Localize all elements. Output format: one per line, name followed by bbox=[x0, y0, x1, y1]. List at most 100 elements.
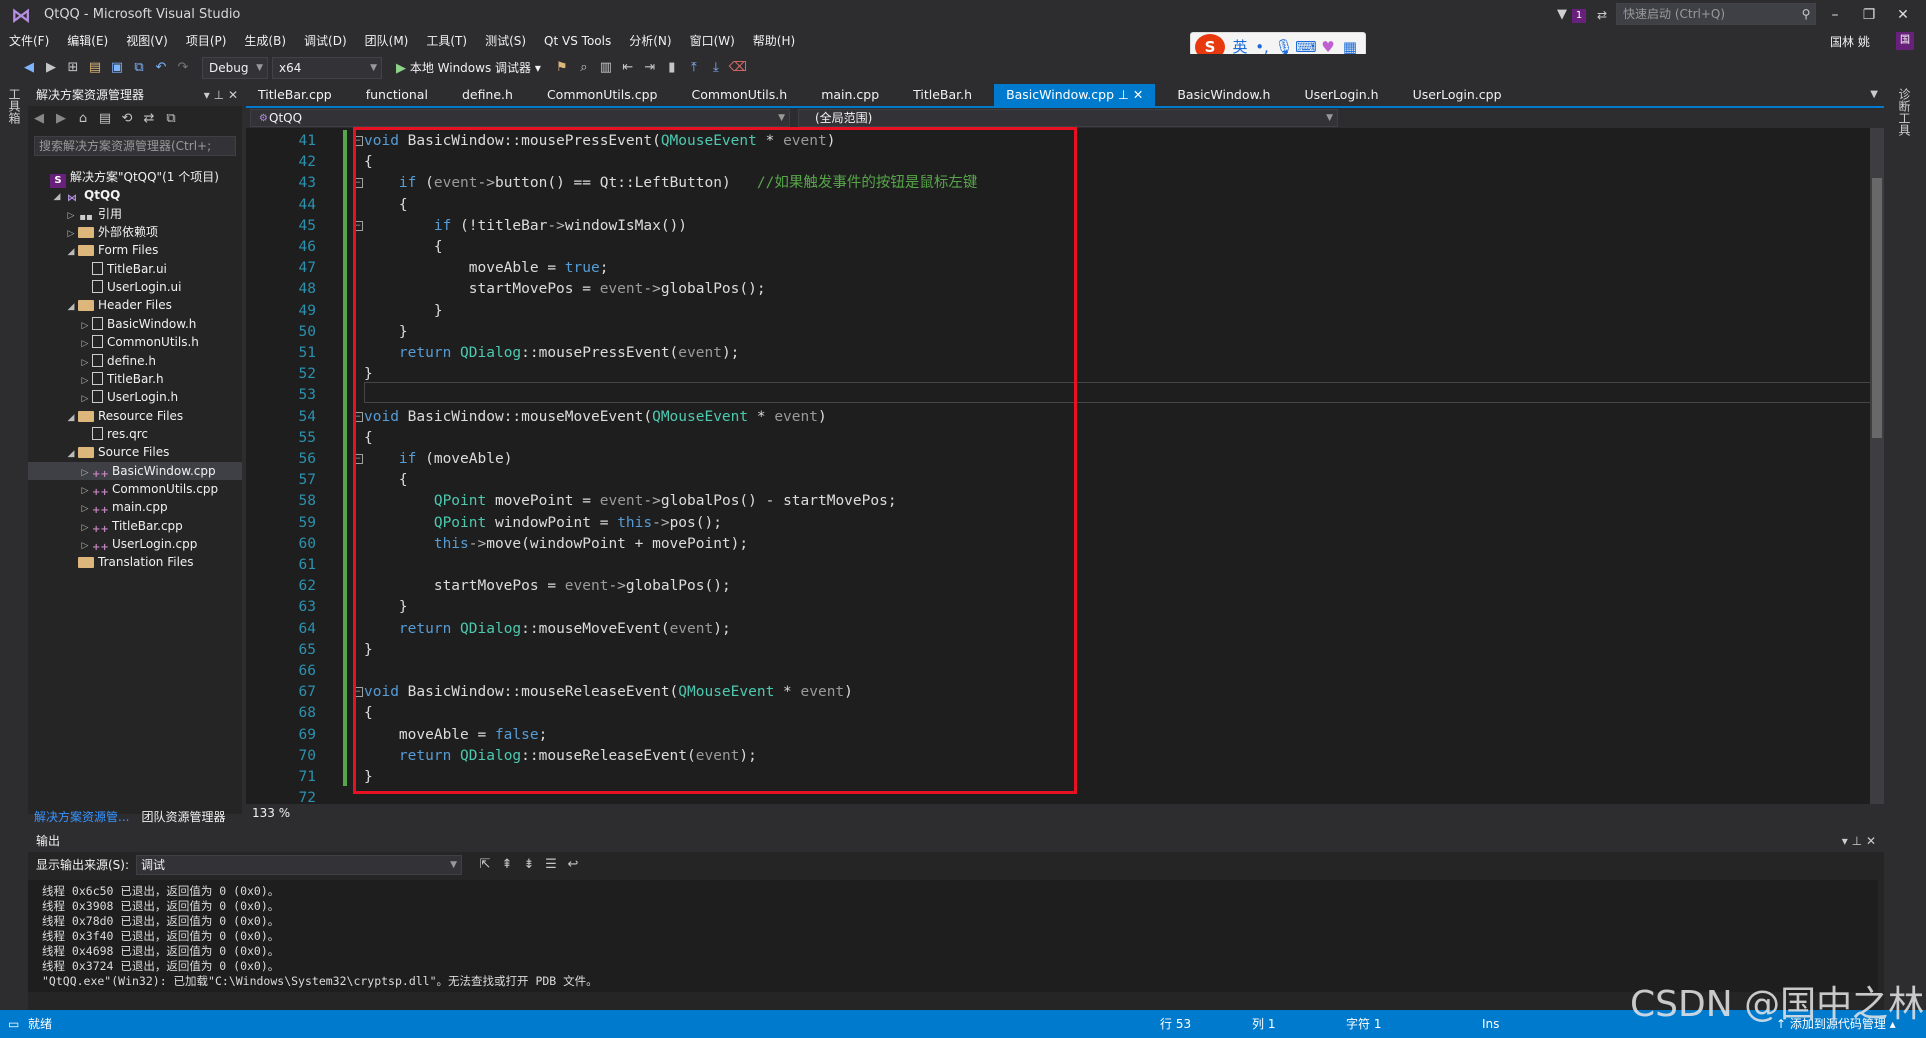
next-bookmark-icon[interactable]: ⤓ bbox=[705, 54, 727, 82]
expander-icon[interactable]: ◢ bbox=[64, 243, 78, 261]
solution-search-input[interactable]: 搜索解决方案资源管理器(Ctrl+; bbox=[34, 136, 236, 156]
scope-dropdown[interactable]: (全局范围) ▼ bbox=[798, 109, 1338, 127]
switch-views-icon[interactable]: ▤ bbox=[94, 105, 116, 133]
toolbox-label[interactable]: 工具箱 bbox=[6, 88, 23, 124]
indent-icon[interactable]: ⇤ bbox=[617, 54, 639, 82]
tree-item[interactable]: ▷ 外部依赖项 bbox=[28, 223, 242, 241]
tree-item[interactable]: ◢ Resource Files bbox=[28, 407, 242, 425]
forward-icon[interactable]: ▶ bbox=[50, 105, 72, 133]
notification-badge[interactable]: 1 bbox=[1572, 9, 1586, 23]
home-icon[interactable]: ⌂ bbox=[72, 105, 94, 133]
tree-item[interactable]: res.qrc bbox=[28, 425, 242, 443]
tree-item[interactable]: ▷ ++ CommonUtils.cpp bbox=[28, 480, 242, 498]
tab-team-explorer[interactable]: 团队资源管理器 bbox=[135, 806, 231, 828]
sync-icon[interactable]: ⇄ bbox=[138, 105, 160, 133]
close-icon[interactable]: ✕ bbox=[1886, 0, 1920, 30]
start-debugging-button[interactable]: ▶ 本地 Windows 调试器 ▾ bbox=[392, 54, 545, 82]
output-text[interactable]: 线程 0x6c50 已退出，返回值为 0 (0x0)。 线程 0x3908 已退出… bbox=[28, 880, 1878, 992]
dropdown-icon[interactable]: ▾ bbox=[1842, 834, 1848, 848]
menu-edit[interactable]: 编辑(E) bbox=[58, 30, 117, 52]
restore-icon[interactable]: ❐ bbox=[1852, 0, 1886, 30]
back-icon[interactable]: ◀ bbox=[28, 105, 50, 133]
tab-userlogin-h[interactable]: UserLogin.h bbox=[1292, 84, 1390, 106]
menu-analyze[interactable]: 分析(N) bbox=[620, 30, 680, 52]
close-icon[interactable]: ✕ bbox=[1866, 834, 1876, 848]
user-name[interactable]: 国林 姚 bbox=[1830, 32, 1870, 52]
dropdown-icon[interactable]: ▾ bbox=[204, 88, 210, 102]
zoom-level[interactable]: 133 % bbox=[252, 804, 290, 822]
attach-icon[interactable]: ⚑ bbox=[551, 54, 573, 82]
menu-test[interactable]: 测试(S) bbox=[476, 30, 535, 52]
tab-solution-explorer[interactable]: 解决方案资源管... bbox=[28, 806, 135, 828]
horizontal-scrollbar[interactable]: 133 % bbox=[246, 804, 1884, 822]
pin-icon[interactable]: ⊥ bbox=[1852, 834, 1862, 848]
menu-project[interactable]: 项目(P) bbox=[177, 30, 236, 52]
tree-item[interactable]: ▷ ++ TitleBar.cpp bbox=[28, 517, 242, 535]
menu-help[interactable]: 帮助(H) bbox=[744, 30, 804, 52]
tab-titlebar-cpp[interactable]: TitleBar.cpp bbox=[246, 84, 344, 106]
expander-icon[interactable]: ◢ bbox=[64, 445, 78, 463]
pin-icon[interactable]: ⊥ bbox=[214, 88, 224, 102]
tab-basicwindow-h[interactable]: BasicWindow.h bbox=[1165, 84, 1282, 106]
output-source-select[interactable]: 调试 ▼ bbox=[136, 855, 462, 875]
new-project-icon[interactable]: ⊞ bbox=[62, 54, 84, 82]
scroll-thumb[interactable] bbox=[1872, 178, 1882, 438]
bookmark-icon[interactable]: ▮ bbox=[661, 54, 683, 82]
project-dropdown[interactable]: ⚙ QtQQ ▼ bbox=[250, 109, 790, 127]
tree-item[interactable]: ▷ ++ main.cpp bbox=[28, 498, 242, 516]
close-icon[interactable]: ✕ bbox=[228, 88, 238, 102]
forward-icon[interactable]: ▶ bbox=[40, 54, 62, 82]
tree-item[interactable]: ▷ TitleBar.h bbox=[28, 370, 242, 388]
tab-titlebar-h[interactable]: TitleBar.h bbox=[901, 84, 984, 106]
quick-launch-input[interactable]: 快速启动 (Ctrl+Q) bbox=[1616, 3, 1816, 25]
tree-item[interactable]: S 解决方案"QtQQ"(1 个项目) bbox=[28, 168, 242, 188]
tab-overflow-icon[interactable]: ▼ bbox=[1870, 84, 1878, 106]
tree-item[interactable]: ◢ Header Files bbox=[28, 296, 242, 314]
expander-icon[interactable]: ▷ bbox=[78, 390, 92, 408]
expander-icon[interactable]: ▷ bbox=[78, 317, 92, 335]
tab-define-h[interactable]: define.h bbox=[450, 84, 525, 106]
tab-basicwindow-cpp[interactable]: BasicWindow.cpp ⊥ ✕ bbox=[994, 84, 1156, 106]
pending-changes-icon[interactable]: ⟲ bbox=[116, 105, 138, 133]
expander-icon[interactable]: ▷ bbox=[78, 537, 92, 555]
menu-debug[interactable]: 调试(D) bbox=[295, 30, 356, 52]
tree-item[interactable]: ◢ ⋈ QtQQ bbox=[28, 186, 242, 204]
prev-bookmark-icon[interactable]: ⤒ bbox=[683, 54, 705, 82]
diagnostics-strip[interactable]: 诊断工具 bbox=[1884, 82, 1926, 812]
platform-select[interactable]: x64 ▼ bbox=[272, 57, 382, 79]
open-file-icon[interactable]: ▤ bbox=[84, 54, 106, 82]
tab-commonutils-cpp[interactable]: CommonUtils.cpp bbox=[535, 84, 670, 106]
outdent-icon[interactable]: ⇥ bbox=[639, 54, 661, 82]
feedback-icon[interactable]: ⇄ bbox=[1592, 4, 1612, 26]
menu-file[interactable]: 文件(F) bbox=[0, 30, 58, 52]
menu-qt-vs-tools[interactable]: Qt VS Tools bbox=[535, 30, 620, 52]
expander-icon[interactable]: ◢ bbox=[50, 188, 64, 206]
tree-item[interactable]: ◢ Source Files bbox=[28, 443, 242, 461]
diagnostics-label[interactable]: 诊断工具 bbox=[1896, 88, 1913, 136]
tab-pin-close-icon[interactable]: ⊥ ✕ bbox=[1114, 87, 1143, 102]
expander-icon[interactable]: ▷ bbox=[78, 464, 92, 482]
collapse-all-icon[interactable]: ⧉ bbox=[160, 105, 182, 133]
find-in-files-icon[interactable]: ⌕ bbox=[573, 54, 595, 82]
prev-message-icon[interactable]: ⇞ bbox=[496, 851, 518, 879]
next-message-icon[interactable]: ⇟ bbox=[518, 851, 540, 879]
menu-tools[interactable]: 工具(T) bbox=[417, 30, 476, 52]
tree-item[interactable]: ▷ CommonUtils.h bbox=[28, 333, 242, 351]
configuration-select[interactable]: Debug ▼ bbox=[202, 57, 268, 79]
tree-item[interactable]: ▷ ++ UserLogin.cpp bbox=[28, 535, 242, 553]
tree-item[interactable]: ▷ define.h bbox=[28, 352, 242, 370]
clear-all-icon[interactable]: ☰ bbox=[540, 851, 562, 879]
undo-icon[interactable]: ↶ bbox=[150, 54, 172, 82]
back-icon[interactable]: ◀ bbox=[18, 54, 40, 82]
tab-commonutils-h[interactable]: CommonUtils.h bbox=[679, 84, 799, 106]
save-icon[interactable]: ▣ bbox=[106, 54, 128, 82]
search-icon[interactable]: ⚲ bbox=[1796, 3, 1816, 25]
expander-icon[interactable]: ▷ bbox=[64, 225, 78, 243]
expander-icon[interactable]: ▷ bbox=[78, 372, 92, 390]
expander-icon[interactable]: ▷ bbox=[78, 519, 92, 537]
tree-item[interactable]: ▷ ++ BasicWindow.cpp bbox=[28, 461, 242, 482]
expander-icon[interactable]: ▷ bbox=[78, 335, 92, 353]
tree-item[interactable]: ▷ ▪▪ 引用 bbox=[28, 205, 242, 223]
toolbox-strip[interactable]: 工具箱 bbox=[0, 82, 26, 812]
redo-icon[interactable]: ↷ bbox=[172, 54, 194, 82]
